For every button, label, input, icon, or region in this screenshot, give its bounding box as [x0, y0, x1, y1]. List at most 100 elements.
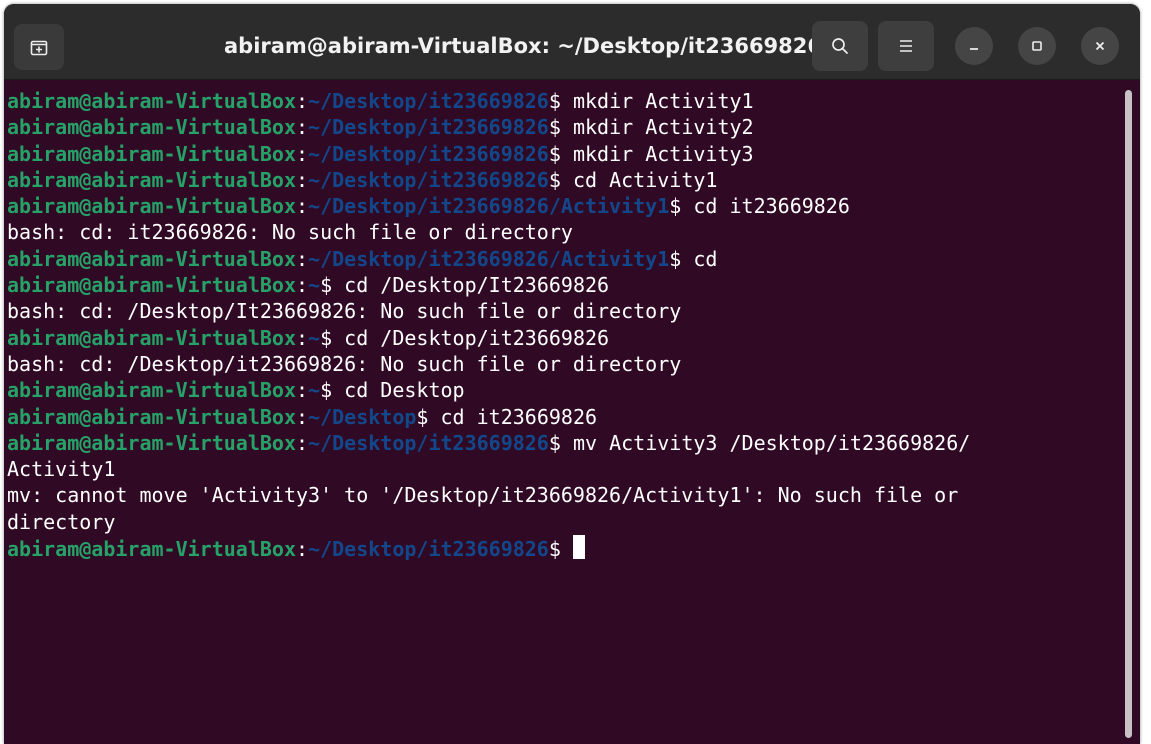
- search-icon: [832, 38, 848, 54]
- prompt-user-host: abiram@abiram-VirtualBox: [7, 89, 296, 113]
- output-line: bash: cd: it23669826: No such file or di…: [7, 219, 1122, 245]
- prompt-user-host: abiram@abiram-VirtualBox: [7, 167, 296, 192]
- prompt-separator: :: [295, 378, 309, 403]
- new-tab-icon: [30, 40, 48, 56]
- output-line: bash: cd: /Desktop/it23669826: No such f…: [7, 351, 1122, 377]
- prompt-line: abiram@abiram-VirtualBox:~/Desktop/it236…: [7, 193, 1122, 219]
- maximize-button[interactable]: [1018, 27, 1056, 65]
- prompt-separator: :: [295, 537, 309, 562]
- prompt-separator: :: [295, 167, 309, 192]
- prompt-user-host: abiram@abiram-VirtualBox: [7, 273, 296, 298]
- command-text: mkdir Activity2: [572, 115, 754, 140]
- prompt-dollar: $: [548, 430, 573, 455]
- minimize-button[interactable]: [955, 27, 993, 65]
- prompt-path: ~/Desktop/it23669826: [308, 141, 549, 166]
- prompt-dollar: $: [320, 378, 345, 403]
- output-text: Activity1: [7, 457, 116, 482]
- prompt-separator: :: [295, 273, 309, 298]
- title-bar[interactable]: abiram@abiram-VirtualBox: ~/Desktop/it23…: [4, 4, 1140, 80]
- minimize-icon: [970, 48, 978, 50]
- prompt-separator: :: [295, 194, 309, 219]
- prompt-path: ~/Desktop/it23669826: [308, 115, 549, 140]
- hamburger-menu-icon: [900, 40, 912, 52]
- prompt-path: ~: [308, 378, 321, 403]
- search-button[interactable]: [812, 21, 868, 71]
- window-title: abiram@abiram-VirtualBox: ~/Desktop/it23…: [224, 34, 822, 58]
- output-line: directory: [7, 509, 1122, 535]
- command-text: mv Activity3 /Desktop/it23669826/: [572, 430, 971, 455]
- maximize-icon: [1032, 41, 1042, 51]
- prompt-separator: :: [295, 430, 309, 455]
- prompt-line: abiram@abiram-VirtualBox:~/Desktop/it236…: [7, 535, 1122, 561]
- prompt-line: abiram@abiram-VirtualBox:~$ cd /Desktop/…: [7, 272, 1122, 298]
- menu-button[interactable]: [878, 21, 934, 71]
- prompt-separator: :: [295, 115, 309, 140]
- prompt-dollar: $: [548, 115, 573, 140]
- prompt-path: ~/Desktop/it23669826: [308, 167, 549, 192]
- prompt-user-host: abiram@abiram-VirtualBox: [7, 378, 296, 403]
- prompt-path: ~/Desktop/it23669826: [308, 537, 549, 562]
- prompt-dollar: $: [669, 246, 694, 271]
- prompt-user-host: abiram@abiram-VirtualBox: [7, 404, 296, 429]
- prompt-dollar: $: [548, 537, 573, 562]
- prompt-user-host: abiram@abiram-VirtualBox: [7, 194, 296, 219]
- output-text: bash: cd: /Desktop/It23669826: No such f…: [7, 299, 682, 324]
- prompt-dollar: $: [548, 89, 573, 113]
- command-text: cd Desktop: [344, 378, 465, 403]
- output-text: bash: cd: it23669826: No such file or di…: [7, 220, 573, 245]
- prompt-dollar: $: [548, 167, 573, 192]
- output-line: Activity1: [7, 456, 1122, 482]
- prompt-line: abiram@abiram-VirtualBox:~$ cd Desktop: [7, 377, 1122, 403]
- prompt-separator: :: [295, 89, 309, 113]
- prompt-line: abiram@abiram-VirtualBox:~$ cd /Desktop/…: [7, 325, 1122, 351]
- close-button[interactable]: [1081, 27, 1119, 65]
- prompt-separator: :: [295, 325, 309, 350]
- command-text: mkdir Activity3: [572, 141, 754, 166]
- prompt-dollar: $: [320, 325, 345, 350]
- terminal-window: abiram@abiram-VirtualBox: ~/Desktop/it23…: [4, 4, 1140, 744]
- prompt-user-host: abiram@abiram-VirtualBox: [7, 246, 296, 271]
- prompt-line: abiram@abiram-VirtualBox:~/Desktop/it236…: [7, 114, 1122, 140]
- prompt-separator: :: [295, 246, 309, 271]
- prompt-path: ~/Desktop/it23669826: [308, 430, 549, 455]
- prompt-line: abiram@abiram-VirtualBox:~/Desktop/it236…: [7, 141, 1122, 167]
- prompt-line: abiram@abiram-VirtualBox:~/Desktop/it236…: [7, 88, 1122, 114]
- command-text: cd it23669826: [693, 194, 850, 219]
- prompt-user-host: abiram@abiram-VirtualBox: [7, 430, 296, 455]
- prompt-user-host: abiram@abiram-VirtualBox: [7, 141, 296, 166]
- output-line: bash: cd: /Desktop/It23669826: No such f…: [7, 298, 1122, 324]
- output-text: directory: [7, 509, 116, 534]
- command-text: mkdir Activity1: [572, 89, 754, 113]
- prompt-dollar: $: [320, 273, 345, 298]
- prompt-dollar: $: [416, 404, 441, 429]
- command-text: cd /Desktop/It23669826: [344, 273, 610, 298]
- prompt-line: abiram@abiram-VirtualBox:~/Desktop/it236…: [7, 167, 1122, 193]
- prompt-user-host: abiram@abiram-VirtualBox: [7, 537, 296, 562]
- prompt-path: ~: [308, 325, 321, 350]
- output-text: mv: cannot move 'Activity3' to '/Desktop…: [7, 483, 959, 508]
- terminal-output[interactable]: abiram@abiram-VirtualBox:~/Desktop/it236…: [7, 88, 1122, 561]
- prompt-line: abiram@abiram-VirtualBox:~/Desktop/it236…: [7, 430, 1122, 456]
- new-tab-button[interactable]: [14, 24, 64, 70]
- prompt-path: ~: [308, 273, 321, 298]
- prompt-separator: :: [295, 404, 309, 429]
- prompt-user-host: abiram@abiram-VirtualBox: [7, 325, 296, 350]
- prompt-separator: :: [295, 141, 309, 166]
- output-line: mv: cannot move 'Activity3' to '/Desktop…: [7, 482, 1122, 508]
- prompt-dollar: $: [669, 194, 694, 219]
- prompt-dollar: $: [548, 141, 573, 166]
- output-text: bash: cd: /Desktop/it23669826: No such f…: [7, 351, 682, 376]
- command-text: cd /Desktop/it23669826: [344, 325, 610, 350]
- scrollbar[interactable]: [1125, 90, 1132, 738]
- command-text: cd: [693, 246, 718, 271]
- prompt-path: ~/Desktop/it23669826/Activity1: [308, 246, 670, 271]
- prompt-path: ~/Desktop/it23669826: [308, 89, 549, 113]
- command-text: cd Activity1: [572, 167, 718, 192]
- text-cursor: [572, 535, 585, 560]
- prompt-path: ~/Desktop/it23669826/Activity1: [308, 194, 670, 219]
- prompt-line: abiram@abiram-VirtualBox:~/Desktop$ cd i…: [7, 404, 1122, 430]
- prompt-user-host: abiram@abiram-VirtualBox: [7, 115, 296, 140]
- prompt-path: ~/Desktop: [308, 404, 417, 429]
- prompt-line: abiram@abiram-VirtualBox:~/Desktop/it236…: [7, 246, 1122, 272]
- command-text: cd it23669826: [440, 404, 598, 429]
